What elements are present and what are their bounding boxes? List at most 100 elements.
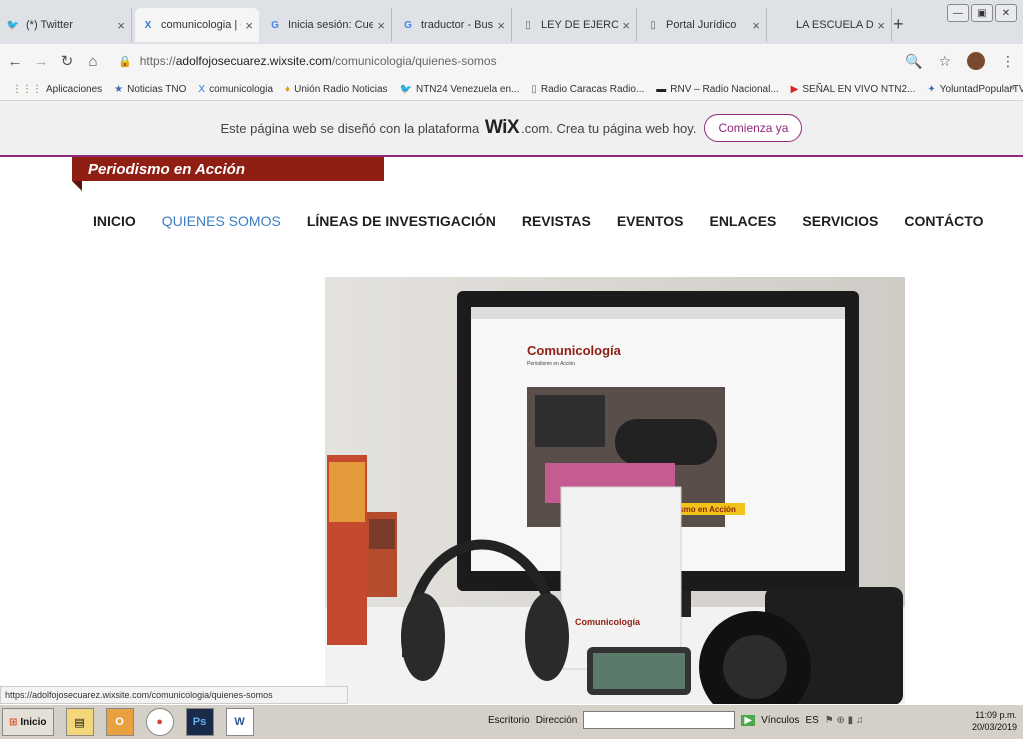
screen-subtitle: Periodismo en Acción — [527, 361, 575, 367]
window-controls: — ▣ ✕ — [947, 4, 1017, 22]
start-now-button[interactable]: Comienza ya — [704, 114, 803, 142]
bookmark-item[interactable]: Xcomunicologia — [198, 84, 273, 95]
screen-title: Comunicología — [527, 343, 622, 358]
profile-avatar[interactable] — [967, 52, 985, 70]
nav-item[interactable]: SERVICIOS — [802, 213, 878, 229]
bookmark-item[interactable]: ♦ Unión Radio Noticias — [285, 84, 388, 95]
photoshop-icon[interactable]: Ps — [185, 708, 214, 736]
bookmark-icon: ▶ — [790, 83, 799, 95]
nav-item[interactable]: EVENTOS — [617, 213, 684, 229]
wix-banner-text-after: .com. Crea tu página web hoy. — [521, 120, 697, 136]
close-tab-icon[interactable]: × — [377, 18, 385, 33]
start-label: Inicio — [20, 716, 47, 728]
bookmarks-more-button[interactable]: » — [1009, 82, 1015, 93]
desktop-label[interactable]: Escritorio — [488, 715, 530, 726]
bookmark-label: RNV – Radio Nacional... — [670, 83, 779, 95]
bookmark-icon: 🐦 — [399, 83, 412, 95]
bookmark-item[interactable]: ▶ SEÑAL EN VIVO NTN2... — [791, 84, 916, 95]
maximize-button[interactable]: ▣ — [971, 4, 993, 22]
zoom-icon[interactable]: 🔍 — [905, 53, 922, 70]
close-tab-icon[interactable]: × — [752, 18, 760, 33]
nav-item[interactable]: ENLACES — [709, 213, 776, 229]
nav-item[interactable]: INICIO — [93, 213, 136, 229]
browser-tab[interactable]: ▯ LEY DE EJERCICIO× — [515, 8, 637, 42]
browser-tab[interactable]: Gtraductor - Buscar× — [395, 8, 512, 42]
url-path: /comunicologia/quienes-somos — [331, 54, 497, 68]
windows-logo-icon: ⊞ — [9, 716, 18, 728]
word-icon[interactable]: W — [225, 708, 254, 736]
close-tab-icon[interactable]: × — [497, 18, 505, 33]
bookmark-icon: ★ — [114, 83, 124, 95]
wix-banner-text: Este página web se diseñó con la platafo… — [220, 120, 480, 136]
browser-tab-strip: 🐦 (*) Twitter × Xcomunicologia | QU × G Inicia… — [0, 0, 1023, 44]
nav-item[interactable]: CONTÁCTO — [904, 213, 983, 229]
close-tab-icon[interactable]: × — [245, 18, 253, 33]
site-title-ribbon[interactable]: Periodismo en Acción — [72, 157, 384, 181]
new-tab-button[interactable]: + — [893, 14, 904, 35]
browser-tab[interactable]: G Inicia sesión: Cuen × — [262, 8, 392, 42]
browser-tab[interactable]: Xcomunicologia | QU × — [135, 8, 259, 42]
system-clock[interactable]: 11:09 p.m. 20/03/2019 — [972, 709, 1017, 733]
bookmark-item[interactable]: ▬ RNV – Radio Nacional... — [656, 84, 778, 95]
clock-time: 11:09 p.m. — [975, 710, 1017, 720]
tab-title: comunicologia | QU — [161, 19, 241, 31]
url-domain: adolfojosecuarez.wixsite.com — [175, 54, 332, 68]
tab-title: Portal Jurídico — [666, 19, 737, 31]
url-field[interactable]: 🔒 https://adolfojosecuarez.wixsite.com/c… — [118, 54, 497, 68]
page-icon: ▯ — [650, 19, 656, 31]
taskbar-address-input[interactable] — [583, 711, 736, 729]
ribbon-fold — [72, 181, 82, 191]
wix-promo-banner: Este página web se diseñó con la platafo… — [0, 101, 1023, 157]
minimize-button[interactable]: — — [947, 4, 969, 22]
bookmark-icon: X — [198, 83, 206, 95]
nav-item[interactable]: QUIENES SOMOS — [162, 213, 281, 229]
close-tab-icon[interactable]: × — [877, 18, 885, 33]
bookmark-item[interactable]: ⋮⋮⋮ Aplicaciones — [12, 84, 102, 95]
page-icon: ▯ — [525, 19, 531, 31]
address-label: Dirección — [535, 714, 578, 726]
links-label[interactable]: Vínculos — [761, 715, 799, 726]
chrome-icon[interactable]: ● — [145, 708, 174, 736]
nav-item[interactable]: REVISTAS — [522, 213, 591, 229]
reload-icon[interactable]: ↻ — [56, 52, 78, 70]
language-indicator[interactable]: ES — [805, 715, 818, 726]
close-window-button[interactable]: ✕ — [995, 4, 1017, 22]
bookmark-label: SEÑAL EN VIVO NTN2... — [802, 83, 916, 95]
google-icon: G — [271, 19, 279, 31]
os-taskbar: ⊞ Inicio ▤ O ● Ps W Escritorio Dirección… — [0, 704, 1023, 739]
bookmark-icon: ✦ — [927, 83, 936, 95]
bookmark-item[interactable]: ▯ Radio Caracas Radio... — [531, 84, 644, 95]
bookmark-label: Aplicaciones — [46, 83, 103, 95]
bookmark-label: Unión Radio Noticias — [294, 83, 388, 95]
tab-title: LA ESCUELA DE CC — [796, 19, 874, 31]
screen-banner-text: ismo en Acción — [677, 505, 736, 514]
nav-item[interactable]: LÍNEAS DE INVESTIGACIÓN — [307, 213, 496, 229]
tab-title: (*) Twitter — [26, 19, 73, 31]
bookmark-item[interactable]: 🐦 NTN24 Venezuela en... — [400, 84, 520, 95]
close-tab-icon[interactable]: × — [622, 18, 630, 33]
back-icon[interactable]: ← — [4, 53, 26, 70]
bookmark-star-icon[interactable]: ☆ — [938, 53, 951, 70]
status-link-text: https://adolfojosecuarez.wixsite.com/com… — [5, 690, 273, 700]
bookmarks-bar: ⋮⋮⋮ Aplicaciones ★ Noticias TNO Xcomunicolog… — [0, 78, 1023, 101]
forward-icon[interactable]: → — [30, 53, 52, 70]
status-link-preview: https://adolfojosecuarez.wixsite.com/com… — [0, 686, 348, 704]
bookmark-item[interactable]: ★ Noticias TNO — [114, 84, 186, 95]
home-icon[interactable]: ⌂ — [82, 53, 104, 70]
bookmark-label: comunicologia — [209, 83, 274, 95]
tray-icons[interactable]: ⚑ ⊕ ▮ ♫ — [825, 715, 864, 726]
tab-title: traductor - Buscar — [421, 19, 494, 31]
menu-kebab-icon[interactable]: ⋮ — [1001, 53, 1015, 70]
browser-tab[interactable]: 🐦 (*) Twitter × — [0, 8, 132, 42]
go-icon[interactable]: ▶ — [741, 714, 756, 726]
media-player-icon[interactable]: O — [105, 708, 134, 736]
start-button[interactable]: ⊞ Inicio — [2, 708, 54, 736]
site-title: Periodismo en Acción — [88, 160, 245, 178]
browser-tab[interactable]: LA ESCUELA DE CC× — [770, 8, 892, 42]
bookmark-icon: ♦ — [285, 83, 291, 95]
close-tab-icon[interactable]: × — [117, 18, 125, 33]
browser-tab[interactable]: ▯ Portal Jurídico × — [640, 8, 767, 42]
wix-logo: WiX — [484, 117, 520, 138]
twitter-icon: 🐦 — [6, 19, 20, 31]
file-explorer-icon[interactable]: ▤ — [65, 708, 94, 736]
